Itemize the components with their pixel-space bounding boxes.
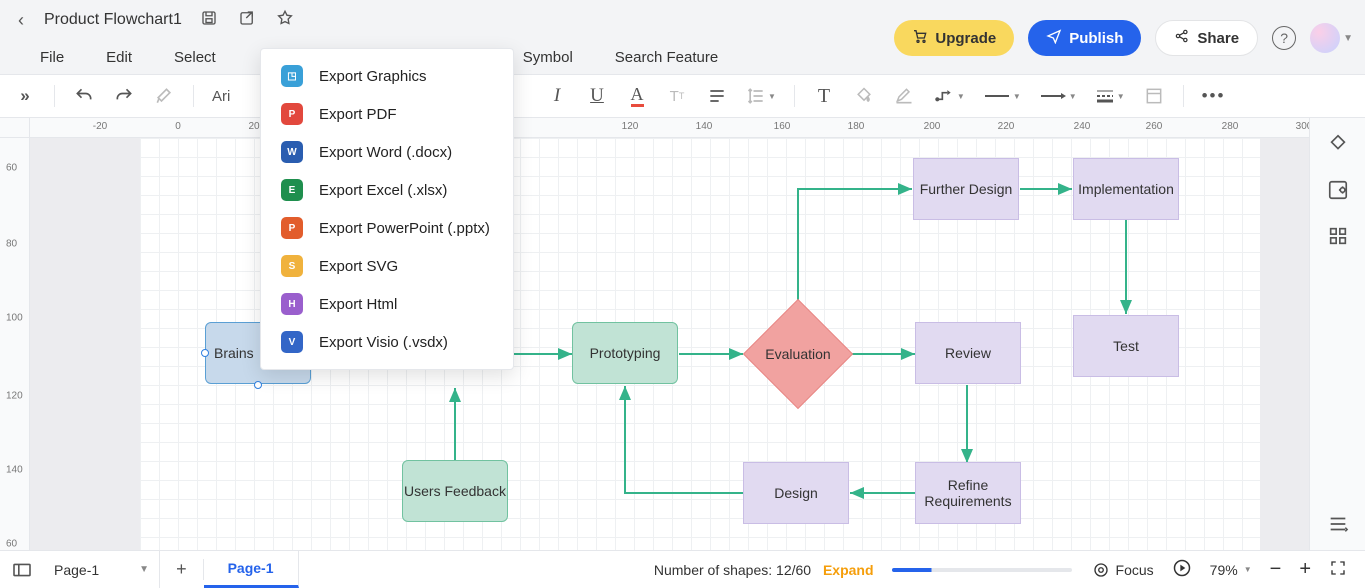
text-tool-button[interactable]: T — [813, 82, 835, 110]
zoom-out-button[interactable]: − — [1270, 558, 1282, 581]
zoom-in-button[interactable]: + — [1299, 558, 1311, 581]
menu-edit[interactable]: Edit — [106, 49, 132, 66]
file-type-icon: P — [281, 217, 303, 239]
undo-button[interactable] — [73, 82, 95, 110]
node-implementation[interactable]: Implementation — [1073, 158, 1179, 220]
help-button[interactable]: ? — [1272, 26, 1296, 50]
container-button[interactable] — [1143, 82, 1165, 110]
document-title: Product Flowchart1 — [44, 11, 182, 29]
text-transform-button[interactable]: TT — [666, 82, 688, 110]
export-item[interactable]: W Export Word (.docx) — [261, 133, 513, 171]
node-review[interactable]: Review — [915, 322, 1021, 384]
export-item-label: Export SVG — [319, 258, 398, 275]
export-item-label: Export Html — [319, 296, 397, 313]
italic-button[interactable]: I — [546, 82, 568, 110]
arrow-style-button[interactable]: ▼ — [1039, 82, 1077, 110]
font-family-select[interactable]: Ari — [212, 88, 250, 105]
file-type-icon: H — [281, 293, 303, 315]
send-icon — [1046, 28, 1062, 48]
menu-symbol[interactable]: Symbol — [523, 49, 573, 66]
node-design[interactable]: Design — [743, 462, 849, 524]
settings-panel-icon[interactable] — [1326, 178, 1350, 202]
ruler-corner — [0, 118, 30, 138]
back-button[interactable]: ‹ — [12, 8, 30, 33]
font-color-button[interactable]: A — [626, 82, 648, 110]
node-refine-requirements[interactable]: Refine Requirements — [915, 462, 1021, 524]
export-item-label: Export Visio (.vsdx) — [319, 334, 448, 351]
export-item[interactable]: S Export SVG — [261, 247, 513, 285]
chevron-down-icon: ▼ — [139, 564, 149, 575]
node-evaluation[interactable]: Evaluation — [743, 299, 853, 409]
save-icon[interactable] — [200, 9, 218, 32]
export-item[interactable]: H Export Html — [261, 285, 513, 323]
export-item-label: Export PDF — [319, 106, 397, 123]
export-item-label: Export PowerPoint (.pptx) — [319, 220, 490, 237]
share-box-icon[interactable] — [238, 9, 256, 32]
account-menu[interactable]: ▼ — [1310, 23, 1353, 53]
avatar-icon — [1310, 23, 1340, 53]
shape-count: Number of shapes: 12/60 Expand — [654, 562, 892, 578]
apps-grid-icon[interactable] — [1326, 224, 1350, 248]
star-icon[interactable] — [276, 9, 294, 32]
list-panel-icon[interactable] — [1326, 512, 1350, 536]
line-style-button[interactable]: ▼ — [983, 82, 1021, 110]
fullscreen-button[interactable] — [1329, 559, 1347, 580]
canvas[interactable]: Brains Users Feedback Prototyping Evalua… — [30, 138, 1309, 550]
focus-button[interactable]: Focus — [1092, 561, 1154, 579]
add-page-button[interactable]: + — [160, 559, 204, 580]
page-selector[interactable]: Page-1 ▼ — [44, 551, 160, 588]
node-prototyping[interactable]: Prototyping — [572, 322, 678, 384]
cart-icon — [912, 28, 928, 48]
right-side-rail — [1309, 118, 1365, 550]
line-weight-button[interactable]: ▼ — [1095, 82, 1125, 110]
export-item-label: Export Word (.docx) — [319, 144, 452, 161]
chevron-down-icon: ▼ — [1343, 33, 1353, 44]
expand-toolbar-button[interactable]: » — [14, 82, 36, 110]
format-painter-button[interactable] — [153, 82, 175, 110]
align-button[interactable] — [706, 82, 728, 110]
upgrade-button[interactable]: Upgrade — [894, 20, 1014, 56]
file-type-icon: S — [281, 255, 303, 277]
connector-style-button[interactable]: ▼ — [933, 82, 965, 110]
theme-icon[interactable] — [1326, 132, 1350, 156]
export-item[interactable]: ◳ Export Graphics — [261, 57, 513, 95]
publish-button[interactable]: Publish — [1028, 20, 1141, 56]
export-item[interactable]: P Export PowerPoint (.pptx) — [261, 209, 513, 247]
presentation-button[interactable] — [1172, 558, 1192, 581]
share-button[interactable]: Share — [1155, 20, 1258, 56]
underline-button[interactable]: U — [586, 82, 608, 110]
ruler-horizontal: -20020120140160180200220240260280300 — [30, 118, 1309, 138]
export-item-label: Export Graphics — [319, 68, 427, 85]
node-users-feedback[interactable]: Users Feedback — [402, 460, 508, 522]
chevron-down-icon: ▼ — [1244, 565, 1252, 574]
file-type-icon: ◳ — [281, 65, 303, 87]
highlight-button[interactable] — [893, 82, 915, 110]
share-nodes-icon — [1174, 28, 1190, 48]
file-type-icon: P — [281, 103, 303, 125]
node-test[interactable]: Test — [1073, 315, 1179, 377]
zoom-control[interactable]: 79% ▼ — [1210, 562, 1252, 578]
ruler-vertical: 608010012014060 — [0, 138, 30, 550]
pages-panel-button[interactable] — [0, 562, 44, 578]
menu-select[interactable]: Select — [174, 49, 216, 66]
page-tab-1[interactable]: Page-1 — [204, 551, 299, 588]
export-item[interactable]: E Export Excel (.xlsx) — [261, 171, 513, 209]
node-further-design[interactable]: Further Design — [913, 158, 1019, 220]
export-item[interactable]: P Export PDF — [261, 95, 513, 133]
export-menu: ◳ Export Graphics P Export PDF W Export Word … — [260, 48, 514, 370]
file-type-icon: E — [281, 179, 303, 201]
export-item-label: Export Excel (.xlsx) — [319, 182, 447, 199]
line-height-button[interactable]: ▼ — [746, 82, 776, 110]
more-tools-button[interactable]: ••• — [1202, 82, 1226, 110]
file-type-icon: V — [281, 331, 303, 353]
redo-button[interactable] — [113, 82, 135, 110]
file-type-icon: W — [281, 141, 303, 163]
export-item[interactable]: V Export Visio (.vsdx) — [261, 323, 513, 361]
expand-link[interactable]: Expand — [823, 562, 874, 578]
shape-progress-bar — [892, 568, 1072, 572]
menu-file[interactable]: File — [40, 49, 64, 66]
menu-search-feature[interactable]: Search Feature — [615, 49, 718, 66]
fill-color-button[interactable] — [853, 82, 875, 110]
